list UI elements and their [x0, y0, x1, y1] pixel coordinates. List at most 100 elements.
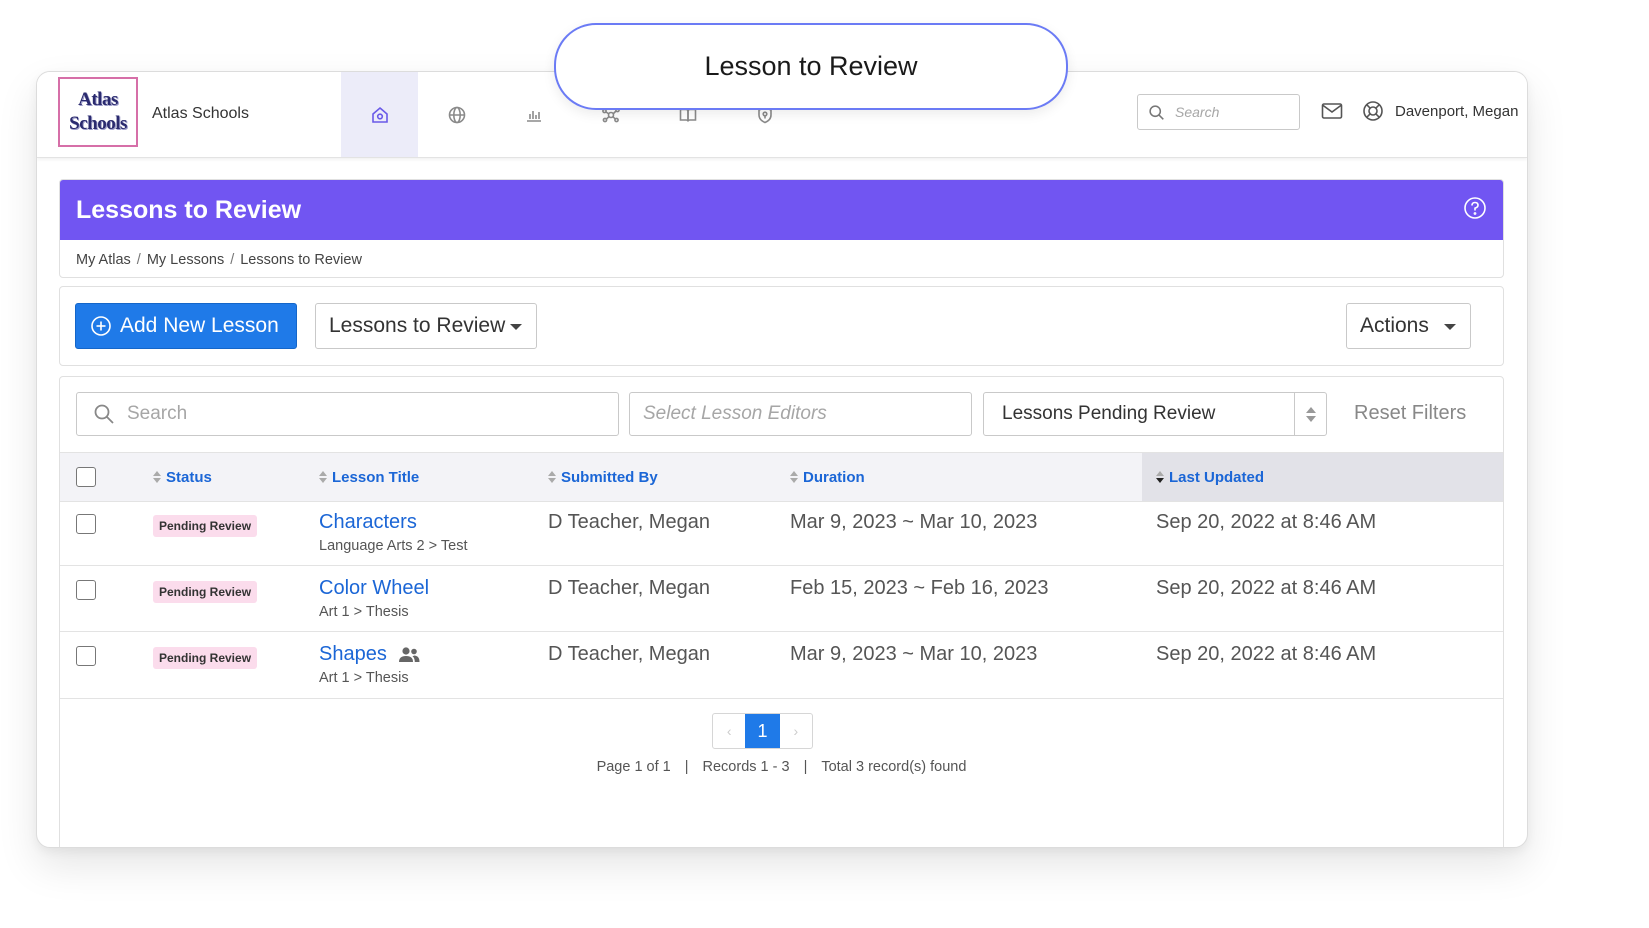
- lesson-course-path: Art 1 > Thesis: [319, 670, 409, 686]
- duration: Mar 9, 2023 ~ Mar 10, 2023: [790, 643, 1038, 665]
- next-page-button[interactable]: ›: [780, 714, 812, 748]
- mail-icon: [1321, 103, 1343, 119]
- table-header: Status Lesson Title Submitted By Duratio…: [60, 452, 1503, 502]
- last-updated: Sep 20, 2022 at 8:46 AM: [1156, 511, 1377, 533]
- breadcrumb-my-atlas[interactable]: My Atlas: [76, 252, 131, 268]
- messages-button[interactable]: [1321, 102, 1343, 125]
- page-button-current[interactable]: 1: [745, 714, 780, 748]
- app-window: Atlas Schools Atlas Schools Search Daven…: [36, 71, 1528, 848]
- lessons-table-panel: Search Select Lesson Editors Lessons Pen…: [59, 376, 1504, 847]
- previous-page-button[interactable]: ‹: [713, 714, 745, 748]
- page-count-text: Page 1 of 1: [596, 759, 671, 775]
- submitted-by: D Teacher, Megan: [548, 511, 710, 533]
- toolbar: Add New Lesson Lessons to Review Actions: [59, 286, 1504, 366]
- column-header-lesson-title[interactable]: Lesson Title: [319, 453, 419, 501]
- lifebuoy-icon: [1363, 101, 1383, 121]
- separator: |: [803, 759, 808, 775]
- row-checkbox[interactable]: [76, 580, 96, 600]
- globe-icon: [448, 106, 465, 123]
- table-row[interactable]: Pending Review Characters Language Arts …: [60, 500, 1503, 566]
- lesson-course-path: Language Arts 2 > Test: [319, 538, 468, 554]
- select-arrows-icon: [1294, 393, 1326, 435]
- column-header-last-updated[interactable]: Last Updated: [1142, 453, 1503, 501]
- global-search-placeholder: Search: [1175, 104, 1220, 120]
- nav-globe[interactable]: [418, 72, 495, 157]
- breadcrumb-current: Lessons to Review: [240, 252, 362, 268]
- column-header-submitted-by[interactable]: Submitted By: [548, 453, 658, 501]
- search-icon: [94, 404, 114, 424]
- view-select-dropdown[interactable]: Lessons to Review: [315, 303, 537, 349]
- actions-dropdown[interactable]: Actions: [1346, 303, 1471, 349]
- lesson-course-path: Art 1 > Thesis: [319, 604, 409, 620]
- column-header-duration[interactable]: Duration: [790, 453, 865, 501]
- logo-line-1: Atlas: [78, 89, 118, 110]
- lesson-title-text: Characters: [319, 511, 417, 533]
- sort-icon: [790, 471, 798, 483]
- review-status-select[interactable]: Lessons Pending Review: [983, 392, 1327, 436]
- separator: |: [684, 759, 689, 775]
- school-name[interactable]: Atlas Schools: [152, 105, 249, 123]
- submitted-by: D Teacher, Megan: [548, 577, 710, 599]
- column-label: Lesson Title: [332, 468, 420, 486]
- pagination: ‹ 1 ›: [712, 713, 813, 749]
- breadcrumb: My Atlas / My Lessons / Lessons to Review: [60, 240, 1503, 277]
- breadcrumb-separator: /: [230, 252, 235, 268]
- shared-users-icon: [398, 646, 420, 662]
- help-button[interactable]: [1463, 196, 1487, 225]
- table-row[interactable]: Pending Review Color Wheel Art 1 > Thesi…: [60, 566, 1503, 632]
- lesson-editors-select[interactable]: Select Lesson Editors: [629, 392, 972, 436]
- lesson-title-link[interactable]: Shapes: [319, 643, 421, 666]
- total-records-text: Total 3 record(s) found: [821, 759, 967, 775]
- column-label: Last Updated: [1169, 468, 1265, 486]
- reset-filters-link[interactable]: Reset Filters: [1354, 402, 1466, 425]
- lesson-title-link[interactable]: Characters: [319, 511, 417, 534]
- lesson-search-input[interactable]: Search: [76, 392, 619, 436]
- school-logo[interactable]: Atlas Schools: [58, 77, 138, 147]
- lesson-title-text: Shapes: [319, 643, 387, 665]
- view-select-label: Lessons to Review: [329, 314, 506, 337]
- review-status-value: Lessons Pending Review: [1002, 403, 1216, 424]
- select-all-checkbox[interactable]: [76, 467, 96, 487]
- user-menu-name[interactable]: Davenport, Megan: [1395, 103, 1518, 120]
- records-range-text: Records 1 - 3: [702, 759, 790, 775]
- status-badge: Pending Review: [153, 581, 258, 603]
- column-label: Status: [166, 468, 212, 486]
- duration: Feb 15, 2023 ~ Feb 16, 2023: [790, 577, 1049, 599]
- duration: Mar 9, 2023 ~ Mar 10, 2023: [790, 511, 1038, 533]
- sort-icon: [153, 471, 161, 483]
- table-row[interactable]: Pending Review Shapes Art 1 > Thesis D T…: [60, 632, 1503, 699]
- callout-title: Lesson to Review: [554, 23, 1068, 110]
- sort-icon: [548, 471, 556, 483]
- column-label: Submitted By: [561, 468, 658, 486]
- global-search-input[interactable]: Search: [1137, 94, 1300, 130]
- add-new-lesson-button[interactable]: Add New Lesson: [75, 303, 297, 349]
- user-menu-avatar[interactable]: [1362, 100, 1384, 127]
- status-badge: Pending Review: [153, 515, 258, 537]
- status-badge: Pending Review: [153, 647, 258, 669]
- row-checkbox[interactable]: [76, 514, 96, 534]
- column-header-status[interactable]: Status: [153, 453, 212, 501]
- lesson-search-placeholder: Search: [127, 403, 188, 424]
- help-icon: [1464, 196, 1486, 219]
- lesson-title-link[interactable]: Color Wheel: [319, 577, 429, 600]
- submitted-by: D Teacher, Megan: [548, 643, 710, 665]
- column-label: Duration: [803, 468, 865, 486]
- breadcrumb-separator: /: [136, 252, 141, 268]
- bar-chart-icon: [526, 110, 541, 122]
- add-new-lesson-label: Add New Lesson: [120, 314, 279, 337]
- pagination-info: Page 1 of 1 | Records 1 - 3 | Total 3 record…: [60, 759, 1503, 775]
- page-title-bar: Lessons to Review: [60, 180, 1503, 240]
- breadcrumb-my-lessons[interactable]: My Lessons: [147, 252, 224, 268]
- actions-label: Actions: [1360, 314, 1429, 337]
- row-checkbox[interactable]: [76, 646, 96, 666]
- chevron-down-icon: [1444, 324, 1456, 330]
- plus-circle-icon: [91, 316, 111, 336]
- lesson-editors-placeholder: Select Lesson Editors: [643, 403, 827, 424]
- page-header: Lessons to Review My Atlas / My Lessons / Le…: [59, 179, 1504, 278]
- logo-line-2: Schools: [69, 113, 127, 134]
- page-title: Lessons to Review: [76, 195, 302, 224]
- sort-desc-icon: [1156, 471, 1164, 483]
- nav-home[interactable]: [341, 72, 418, 157]
- chevron-down-icon: [510, 324, 522, 330]
- last-updated: Sep 20, 2022 at 8:46 AM: [1156, 577, 1377, 599]
